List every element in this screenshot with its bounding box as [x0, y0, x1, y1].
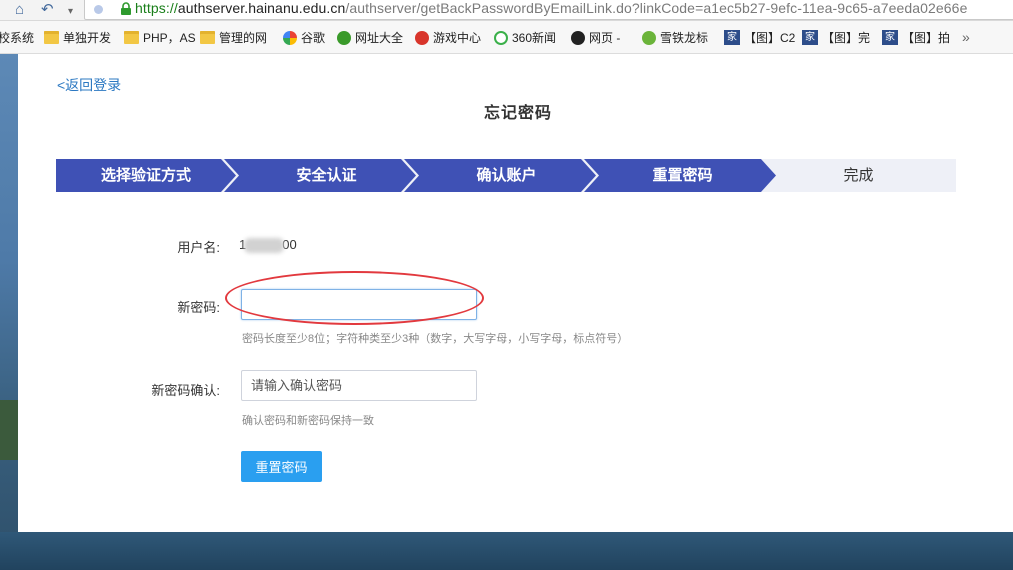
- bookmark-item[interactable]: 谷歌: [283, 29, 325, 46]
- bookmarks-bar: 校系统 单独开发 PHP，AS 管理的网 谷歌 网址大全 游戏中心 360新闻 …: [0, 21, 1013, 54]
- new-password-hint: 密码长度至少8位；字符种类至少3种（数字，大写字母，小写字母，标点符号）: [242, 333, 629, 345]
- bookmark-item[interactable]: 家【图】拍: [882, 29, 950, 46]
- jia-icon: 家: [882, 30, 898, 45]
- reset-password-button[interactable]: 重置密码: [241, 451, 322, 482]
- new-password-input[interactable]: [241, 289, 477, 320]
- step-confirm-account: 确认账户: [401, 159, 596, 192]
- step-choose-method: 选择验证方式: [56, 159, 236, 192]
- url-text: https://authserver.hainanu.edu.cn/authse…: [135, 0, 968, 16]
- bookmark-item[interactable]: 游戏中心: [415, 29, 481, 46]
- home-icon[interactable]: ⌂: [15, 1, 24, 18]
- game-center-icon: [415, 30, 429, 45]
- step-complete: 完成: [761, 159, 956, 192]
- reset-password-card: <返回登录 忘记密码 选择验证方式 安全认证 确认账户 重置密码 完成 用户名:…: [18, 54, 1013, 532]
- confirm-password-hint: 确认密码和新密码保持一致: [242, 415, 374, 427]
- folder-icon: [124, 31, 139, 44]
- username-value: 1 00: [239, 237, 297, 254]
- redacted-blur: [244, 238, 285, 254]
- address-bar[interactable]: https://authserver.hainanu.edu.cn/authse…: [84, 0, 1013, 20]
- back-to-login-link[interactable]: <返回登录: [57, 75, 121, 95]
- bookmarks-overflow-icon[interactable]: »: [962, 29, 970, 45]
- bookmark-item[interactable]: 家【图】C2: [724, 29, 795, 46]
- lock-icon: [121, 2, 131, 15]
- jia-icon: 家: [724, 30, 740, 45]
- bookmark-item[interactable]: 网址大全: [337, 29, 403, 46]
- folder-icon: [44, 31, 59, 44]
- folder-icon: [200, 31, 215, 44]
- history-dropdown-icon[interactable]: ▾: [68, 3, 73, 20]
- citroen-icon: [642, 30, 656, 45]
- bookmark-item[interactable]: 网页 -: [571, 29, 620, 46]
- bookmark-item[interactable]: 360新闻: [494, 29, 556, 46]
- bookmark-item[interactable]: 校系统: [0, 29, 34, 46]
- bookmark-item[interactable]: 单独开发: [44, 29, 111, 46]
- bookmark-item[interactable]: 家【图】完: [802, 29, 870, 46]
- jia-icon: 家: [802, 30, 818, 45]
- new-password-label: 新密码:: [177, 300, 220, 315]
- page-title: 忘记密码: [483, 105, 552, 122]
- browser-toolbar: ⌂ ↶ ▾ https://authserver.hainanu.edu.cn/…: [0, 0, 1013, 21]
- web-directory-icon: [337, 30, 351, 45]
- confirm-password-input[interactable]: [241, 370, 477, 401]
- background-shore: [0, 400, 18, 460]
- bookmark-item[interactable]: 管理的网: [200, 29, 267, 46]
- webpage-icon: [571, 30, 585, 45]
- bookmark-item[interactable]: 雪铁龙标: [642, 29, 708, 46]
- google-icon: [283, 30, 297, 45]
- bookmark-item[interactable]: PHP，AS: [124, 29, 196, 46]
- step-security-auth: 安全认证: [221, 159, 416, 192]
- back-arrow-icon[interactable]: ↶: [41, 1, 54, 18]
- progress-steps: 选择验证方式 安全认证 确认账户 重置密码 完成: [56, 159, 956, 192]
- background-water: [0, 532, 1013, 570]
- security-indicator-icon: [94, 5, 103, 14]
- step-reset-password: 重置密码: [581, 159, 776, 192]
- confirm-password-label: 新密码确认:: [151, 383, 220, 398]
- username-label: 用户名:: [177, 240, 220, 255]
- news-360-icon: [494, 30, 508, 45]
